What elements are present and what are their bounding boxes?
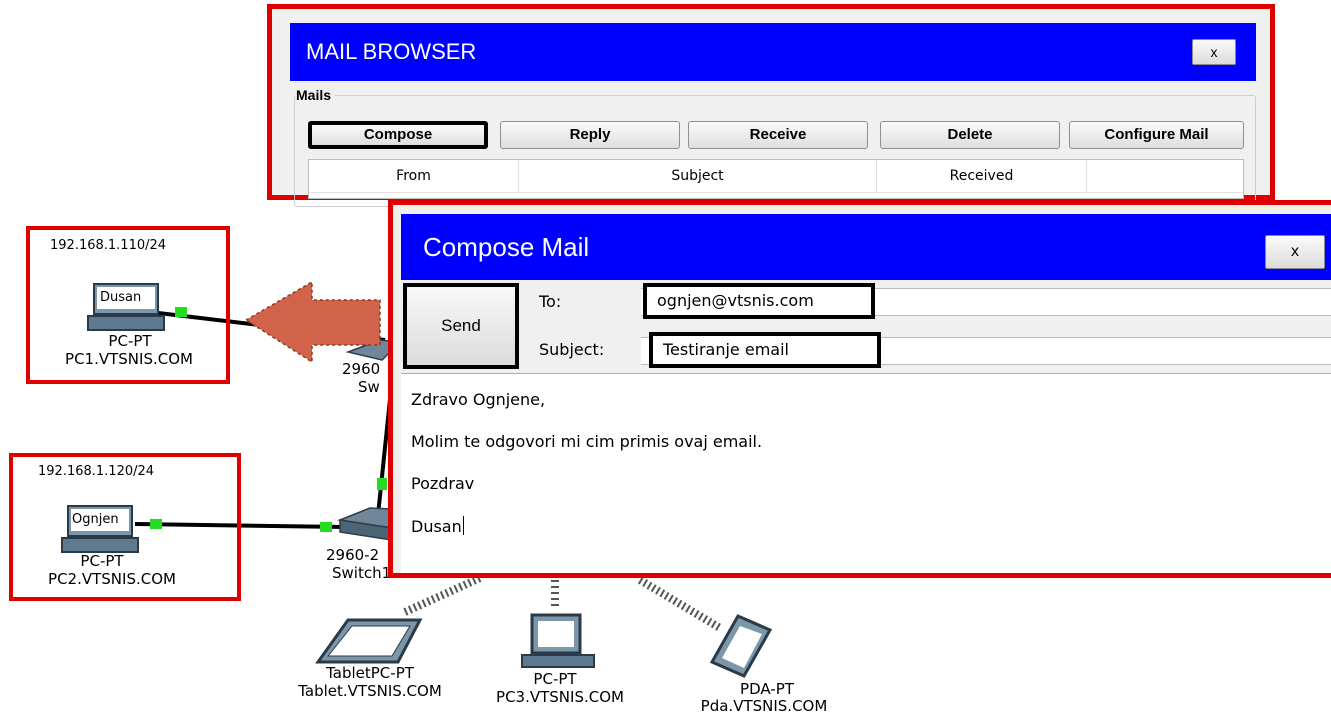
column-header-received[interactable]: Received <box>877 160 1087 192</box>
tablet-model-label: TabletPC-PT <box>326 664 414 682</box>
to-field[interactable]: ognjen@vtsnis.com <box>643 283 875 319</box>
pc-icon[interactable] <box>521 613 595 668</box>
configure-mail-button[interactable]: Configure Mail <box>1069 121 1244 149</box>
body-line-2: Molim te odgovori mi cim primis ovaj ema… <box>411 432 763 451</box>
column-header-empty <box>1087 160 1243 192</box>
pda-icon[interactable] <box>709 614 773 678</box>
subject-field[interactable]: Testiranje email <box>649 332 881 368</box>
pc1-ip-label: 192.168.1.110/24 <box>50 238 167 253</box>
body-line-3: Pozdrav <box>411 474 475 493</box>
tablet-icon[interactable] <box>315 618 423 664</box>
mail-browser-titlebar: MAIL BROWSER <box>290 23 1256 81</box>
body-line-1: Zdravo Ognjene, <box>411 390 546 409</box>
mails-table-header: From Subject Received <box>309 160 1243 193</box>
compose-title: Compose Mail <box>423 232 590 262</box>
receive-button[interactable]: Receive <box>688 121 868 149</box>
mail-browser-title: MAIL BROWSER <box>306 39 477 64</box>
compose-mail-window: Compose Mail x Send To: ognjen@vtsnis.co… <box>388 200 1331 578</box>
text-cursor <box>462 516 464 535</box>
link-led-switch1 <box>320 522 332 532</box>
body-line-4-text: Dusan <box>411 517 462 536</box>
column-header-subject[interactable]: Subject <box>519 160 877 192</box>
mails-table[interactable]: From Subject Received <box>308 159 1244 199</box>
pda-model-label: PDA-PT <box>740 680 794 698</box>
delete-button[interactable]: Delete <box>880 121 1060 149</box>
switch1-model-label: 2960-2 <box>326 546 380 564</box>
subject-label: Subject: <box>539 340 605 359</box>
pc2-screen-label: Ognjen <box>72 512 119 527</box>
pc3-hostname-label: PC3.VTSNIS.COM <box>496 688 624 706</box>
mail-browser-window: MAIL BROWSER x Mails Compose Reply Recei… <box>267 4 1275 207</box>
to-label: To: <box>539 292 562 311</box>
tablet-hostname-label: Tablet.VTSNIS.COM <box>298 682 442 700</box>
pc2-model-label: PC-PT <box>80 552 124 570</box>
pda-hostname-label: Pda.VTSNIS.COM <box>700 697 828 715</box>
reply-button[interactable]: Reply <box>500 121 680 149</box>
pc1-screen-label: Dusan <box>100 290 142 305</box>
pc3-model-label: PC-PT <box>533 670 577 688</box>
pc2-hostname-label: PC2.VTSNIS.COM <box>48 570 176 588</box>
switch0-model-label: 2960 <box>342 360 381 378</box>
send-button[interactable]: Send <box>403 283 519 369</box>
column-header-from[interactable]: From <box>309 160 519 192</box>
mail-browser-close-button[interactable]: x <box>1192 39 1236 65</box>
compose-close-button[interactable]: x <box>1265 235 1325 269</box>
body-line-4: Dusan <box>411 516 464 536</box>
mails-group-label: Mails <box>296 87 336 103</box>
compose-titlebar: Compose Mail <box>401 214 1331 280</box>
pc1-model-label: PC-PT <box>108 332 152 350</box>
message-body[interactable]: Zdravo Ognjene, Molim te odgovori mi cim… <box>401 373 1331 573</box>
pc2-ip-label: 192.168.1.120/24 <box>38 464 155 479</box>
pc1-hostname-label: PC1.VTSNIS.COM <box>65 350 193 368</box>
compose-button[interactable]: Compose <box>308 121 488 149</box>
link-led-switch0 <box>377 478 387 490</box>
